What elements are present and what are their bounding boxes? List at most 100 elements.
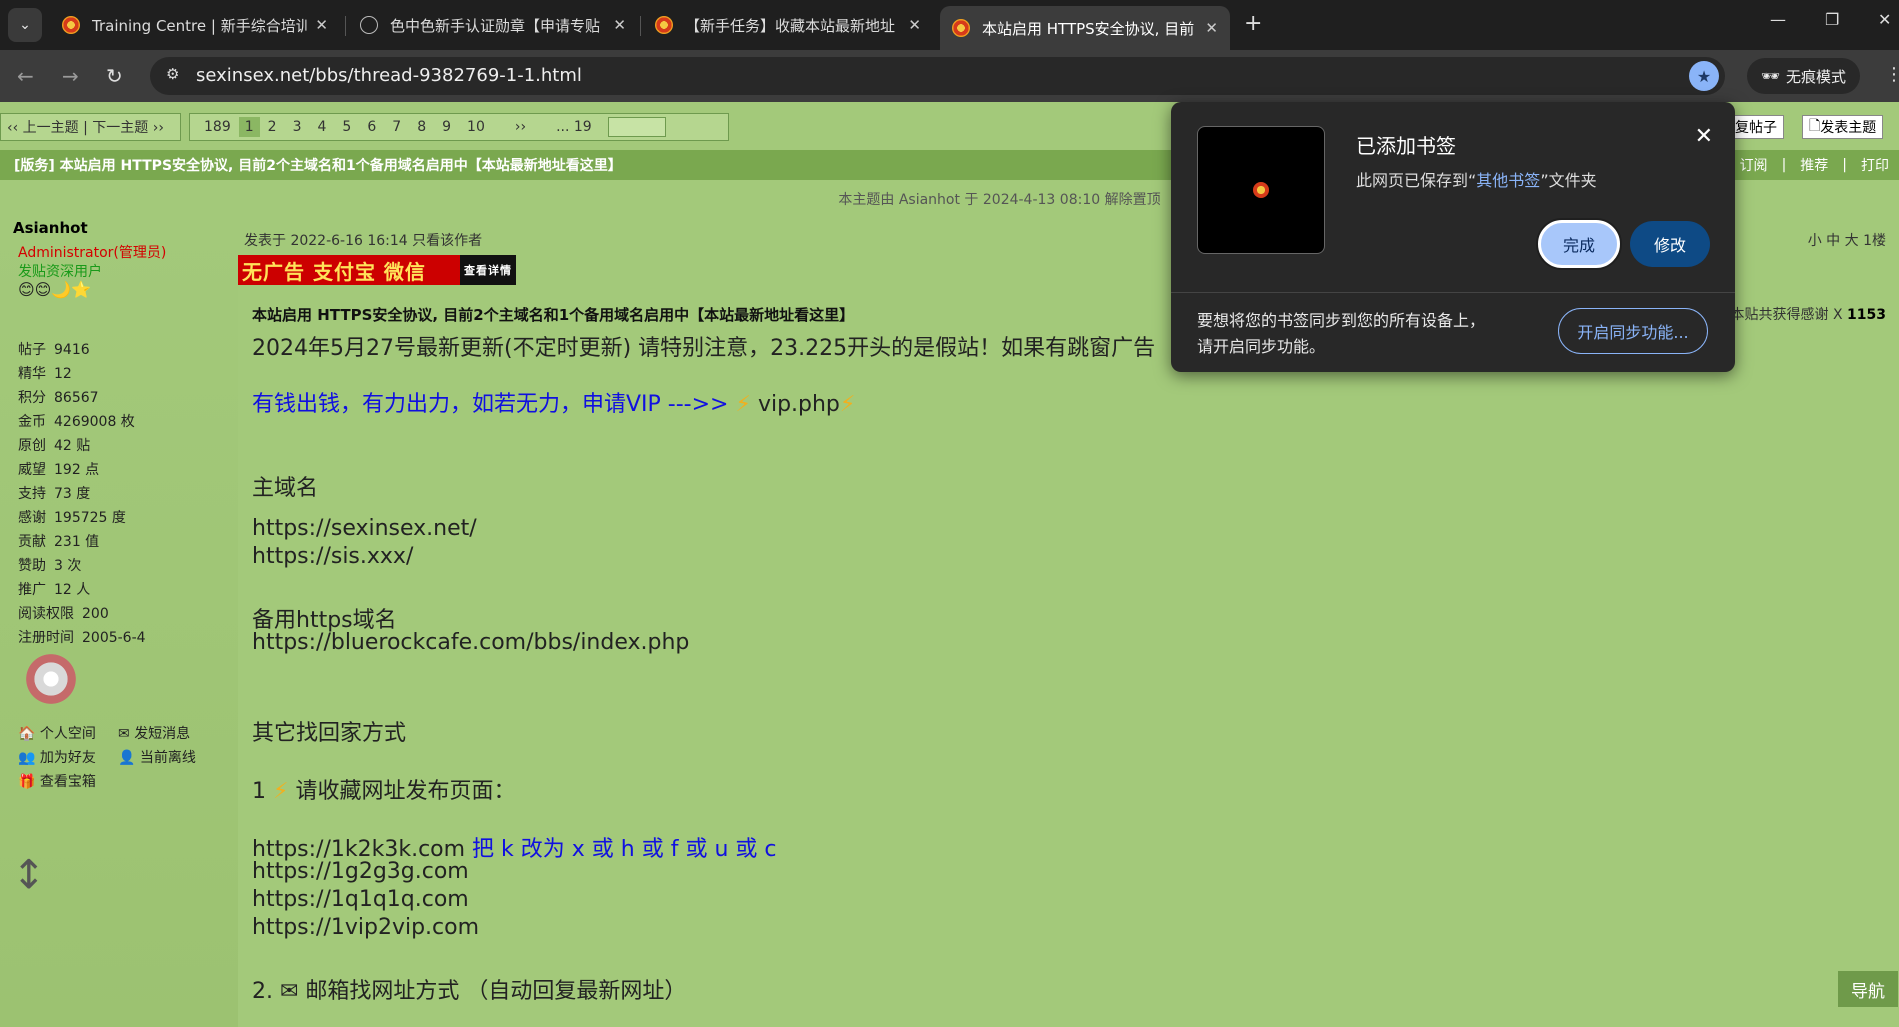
lightning-icon: ⚡ — [839, 392, 856, 417]
reload-icon[interactable]: ↻ — [106, 64, 123, 88]
vip-link[interactable]: vip.php — [758, 392, 840, 417]
forward-icon[interactable]: → — [62, 64, 79, 88]
close-tab-icon[interactable]: ✕ — [908, 16, 921, 34]
update-notice: 2024年5月27号最新更新(不定时更新) 请特别注意，23.225开头的是假站… — [252, 336, 1156, 361]
page-jump-input[interactable] — [607, 117, 666, 137]
minimize-icon[interactable]: — — [1770, 10, 1786, 29]
site-favicon-icon — [655, 16, 673, 34]
restore-icon[interactable]: ❐ — [1825, 10, 1839, 29]
site-favicon-icon — [62, 16, 80, 34]
sync-text: 要想将您的书签同步到您的所有设备上，请开启同步功能。 — [1197, 311, 1486, 356]
tab-https-notice[interactable]: 本站启用 HTTPS安全协议, 目前 ✕ — [940, 6, 1230, 50]
url-link[interactable]: https://1q1q1q.com — [252, 887, 469, 912]
bookmark-description: 此网页已保存到“其他书签”文件夹 — [1356, 171, 1597, 190]
page-link[interactable]: 1 — [238, 117, 260, 137]
page-link[interactable]: 7 — [392, 119, 401, 135]
domain-link[interactable]: https://sexinsex.net/ — [252, 516, 477, 541]
scroll-arrows-icon[interactable]: ↕ — [12, 852, 46, 898]
close-tab-icon[interactable]: ✕ — [1205, 19, 1218, 37]
recommend-link[interactable]: 推荐 — [1800, 155, 1828, 175]
lightning-icon: ⚡ — [735, 392, 751, 417]
page-thumbnail — [1197, 126, 1325, 254]
pagination: 189 1 2 3 4 5 6 7 8 9 10 ›› ... 19 — [189, 113, 729, 141]
tab-training-centre[interactable]: Training Centre | 新手综合培训 ✕ — [50, 6, 340, 44]
site-favicon-icon — [952, 19, 970, 37]
bookmark-folder-link[interactable]: 其他书签 — [1476, 171, 1540, 190]
done-button[interactable]: 完成 — [1538, 220, 1620, 268]
url-text[interactable]: sexinsex.net/bbs/thread-9382769-1-1.html — [196, 65, 582, 86]
other-methods-label: 其它找回家方式 — [252, 721, 407, 746]
incognito-indicator[interactable]: 🕶 无痕模式 — [1747, 58, 1861, 94]
document-icon: 🗋 — [1809, 118, 1821, 134]
medal-icon[interactable] — [22, 650, 80, 708]
close-icon[interactable]: ✕ — [1695, 124, 1713, 149]
user-rank: 发贴资深用户 — [18, 264, 102, 280]
bookmark-star-icon[interactable]: ★ — [1689, 61, 1719, 91]
method-2: 2. ✉ 邮箱找网址方式 （自动回复最新网址） — [252, 979, 687, 1004]
back-icon[interactable]: ← — [17, 64, 34, 88]
divider — [1171, 292, 1735, 293]
user-stats: 帖子 9416 精华 12 积分 86567 金币 4269008 枚 原创 42 贴 威… — [18, 342, 146, 646]
post-meta: 发表于 2022-6-16 16:14 只看该作者 — [244, 233, 483, 249]
incognito-icon: 🕶 — [1761, 67, 1781, 85]
close-tab-icon[interactable]: ✕ — [613, 16, 626, 34]
subscribe-link[interactable]: 订阅 — [1740, 155, 1768, 175]
add-friend-link[interactable]: 👥 加为好友 — [18, 746, 118, 770]
turn-on-sync-button[interactable]: 开启同步功能... — [1558, 308, 1708, 354]
bookmark-title: 已添加书签 — [1356, 134, 1456, 158]
page-total: 189 — [204, 119, 231, 135]
page-link[interactable]: 3 — [293, 119, 302, 135]
prev-next-thread[interactable]: ‹‹ 上一主题 | 下一主题 ›› — [0, 113, 181, 141]
main-domain-label: 主域名 — [252, 476, 319, 501]
send-message-link[interactable]: ✉ 发短消息 — [118, 722, 218, 746]
new-thread-button[interactable]: 🗋 发表主题 — [1802, 115, 1884, 139]
method-1: 1 ⚡ 请收藏网址发布页面： — [252, 779, 516, 804]
close-tab-icon[interactable]: ✕ — [315, 16, 328, 34]
view-treasure-link[interactable]: 🎁 查看宝箱 — [18, 770, 118, 794]
username[interactable]: Asianhot — [13, 219, 88, 237]
post-title: 本站启用 HTTPS安全协议, 目前2个主域名和1个备用域名启用中【本站最新地址… — [252, 306, 855, 324]
domain-link[interactable]: https://sis.xxx/ — [252, 544, 413, 569]
last-page-link[interactable]: ... 19 — [556, 119, 592, 135]
print-link[interactable]: 打印 — [1861, 155, 1889, 175]
rank-stars-icon: 😊😊🌙⭐ — [18, 280, 92, 299]
page-link[interactable]: 4 — [318, 119, 327, 135]
bookmark-popup: 已添加书签 此网页已保存到“其他书签”文件夹 ✕ 完成 修改 要想将您的书签同步… — [1171, 102, 1735, 372]
user-space-link[interactable]: 🏠 个人空间 — [18, 722, 118, 746]
next-page-link[interactable]: ›› — [515, 119, 526, 135]
globe-icon — [360, 16, 378, 34]
domain-link[interactable]: https://bluerockcafe.com/bbs/index.php — [252, 630, 689, 655]
close-window-icon[interactable]: ✕ — [1878, 10, 1891, 29]
reply-button[interactable]: 复帖子 — [1728, 115, 1784, 139]
user-links: 🏠 个人空间 ✉ 发短消息 👥 加为好友 👤 当前离线 🎁 查看宝箱 — [18, 722, 238, 794]
site-favicon-icon — [1253, 182, 1269, 198]
thanks-count: 本贴共获得感谢 X 1153 — [1730, 307, 1886, 323]
address-bar[interactable]: ⚙ sexinsex.net/bbs/thread-9382769-1-1.ht… — [150, 57, 1725, 95]
offline-status: 👤 当前离线 — [118, 750, 196, 766]
tab-newbie-task[interactable]: 【新手任务】收藏本站最新地址 ✕ — [643, 6, 933, 44]
menu-icon[interactable]: ⋮ — [1885, 64, 1899, 85]
url-link[interactable]: https://1vip2vip.com — [252, 915, 479, 940]
page-link[interactable]: 6 — [367, 119, 376, 135]
page-link[interactable]: 10 — [467, 119, 485, 135]
toolbar: ← → ↻ ⚙ sexinsex.net/bbs/thread-9382769-… — [0, 50, 1899, 102]
nav-float-button[interactable]: 导航 — [1838, 971, 1898, 1007]
lightning-icon: ⚡ — [273, 779, 289, 804]
tab-strip: ⌄ Training Centre | 新手综合培训 ✕ 色中色新手认证勋章【申… — [0, 0, 1899, 50]
post-floor[interactable]: 小 中 大 1楼 — [1808, 230, 1886, 250]
edit-button[interactable]: 修改 — [1630, 221, 1710, 267]
mail-icon: ✉ — [279, 979, 299, 1004]
user-role: Administrator(管理员) — [18, 245, 167, 261]
tab-search-icon[interactable]: ⌄ — [8, 8, 42, 42]
page-link[interactable]: 9 — [442, 119, 451, 135]
new-tab-icon[interactable]: + — [1244, 11, 1262, 36]
page-link[interactable]: 5 — [342, 119, 351, 135]
page-link[interactable]: 2 — [268, 119, 277, 135]
site-info-icon[interactable]: ⚙ — [166, 65, 179, 83]
tab-medal-application[interactable]: 色中色新手认证勋章【申请专贴 ✕ — [348, 6, 638, 44]
page-link[interactable]: 8 — [417, 119, 426, 135]
thread-title: [版务] 本站启用 HTTPS安全协议, 目前2个主域名和1个备用域名启用中【本… — [14, 158, 622, 174]
url-link[interactable]: https://1g2g3g.com — [252, 859, 469, 884]
ad-banner[interactable]: 无广告 支付宝 微信 查看详情 — [238, 255, 516, 285]
vip-line: 有钱出钱，有力出力，如若无力，申请VIP --->> ⚡ vip.php⚡ — [252, 392, 856, 417]
